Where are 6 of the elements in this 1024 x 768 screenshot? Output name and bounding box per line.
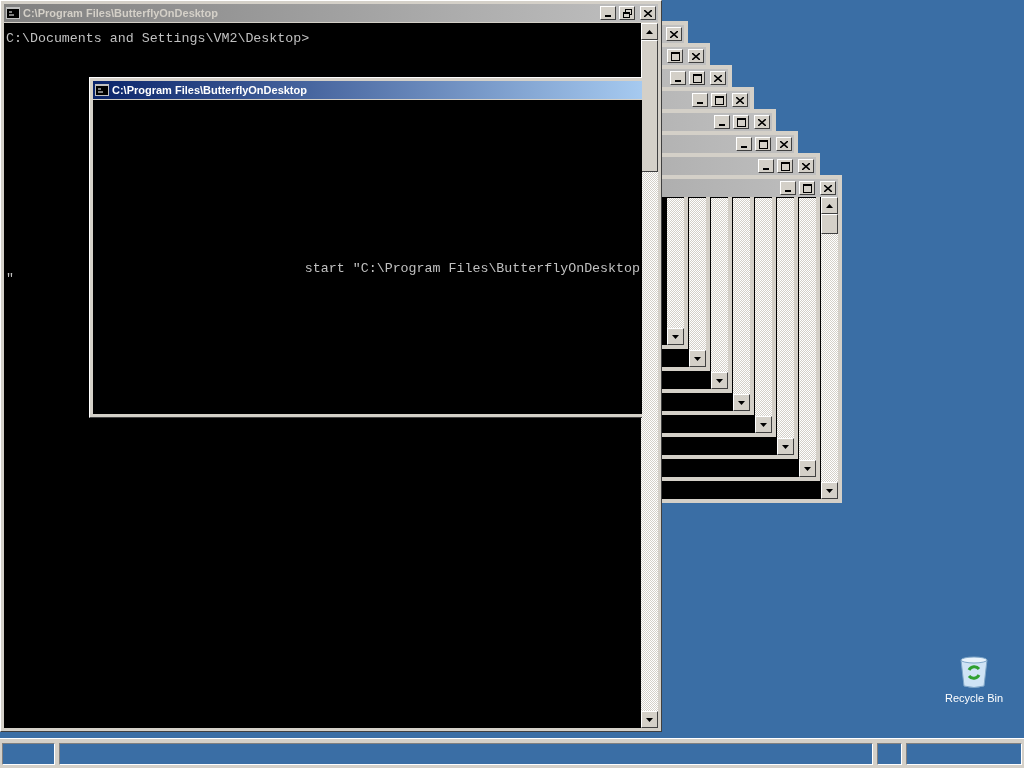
icon-label[interactable]: Recycle Bin <box>944 692 1004 704</box>
console-line: C:\Documents and Settings\VM2\Desktop> <box>5 33 311 45</box>
window-title: C:\Program Files\ButterflyOnDesktop <box>23 7 219 19</box>
console-line: start "C:\Program Files\ButterflyOnDesktop <box>303 263 641 275</box>
window-title: C:\Program Files\ButterflyOnDesktop <box>112 84 308 96</box>
console-line: " <box>5 273 15 285</box>
